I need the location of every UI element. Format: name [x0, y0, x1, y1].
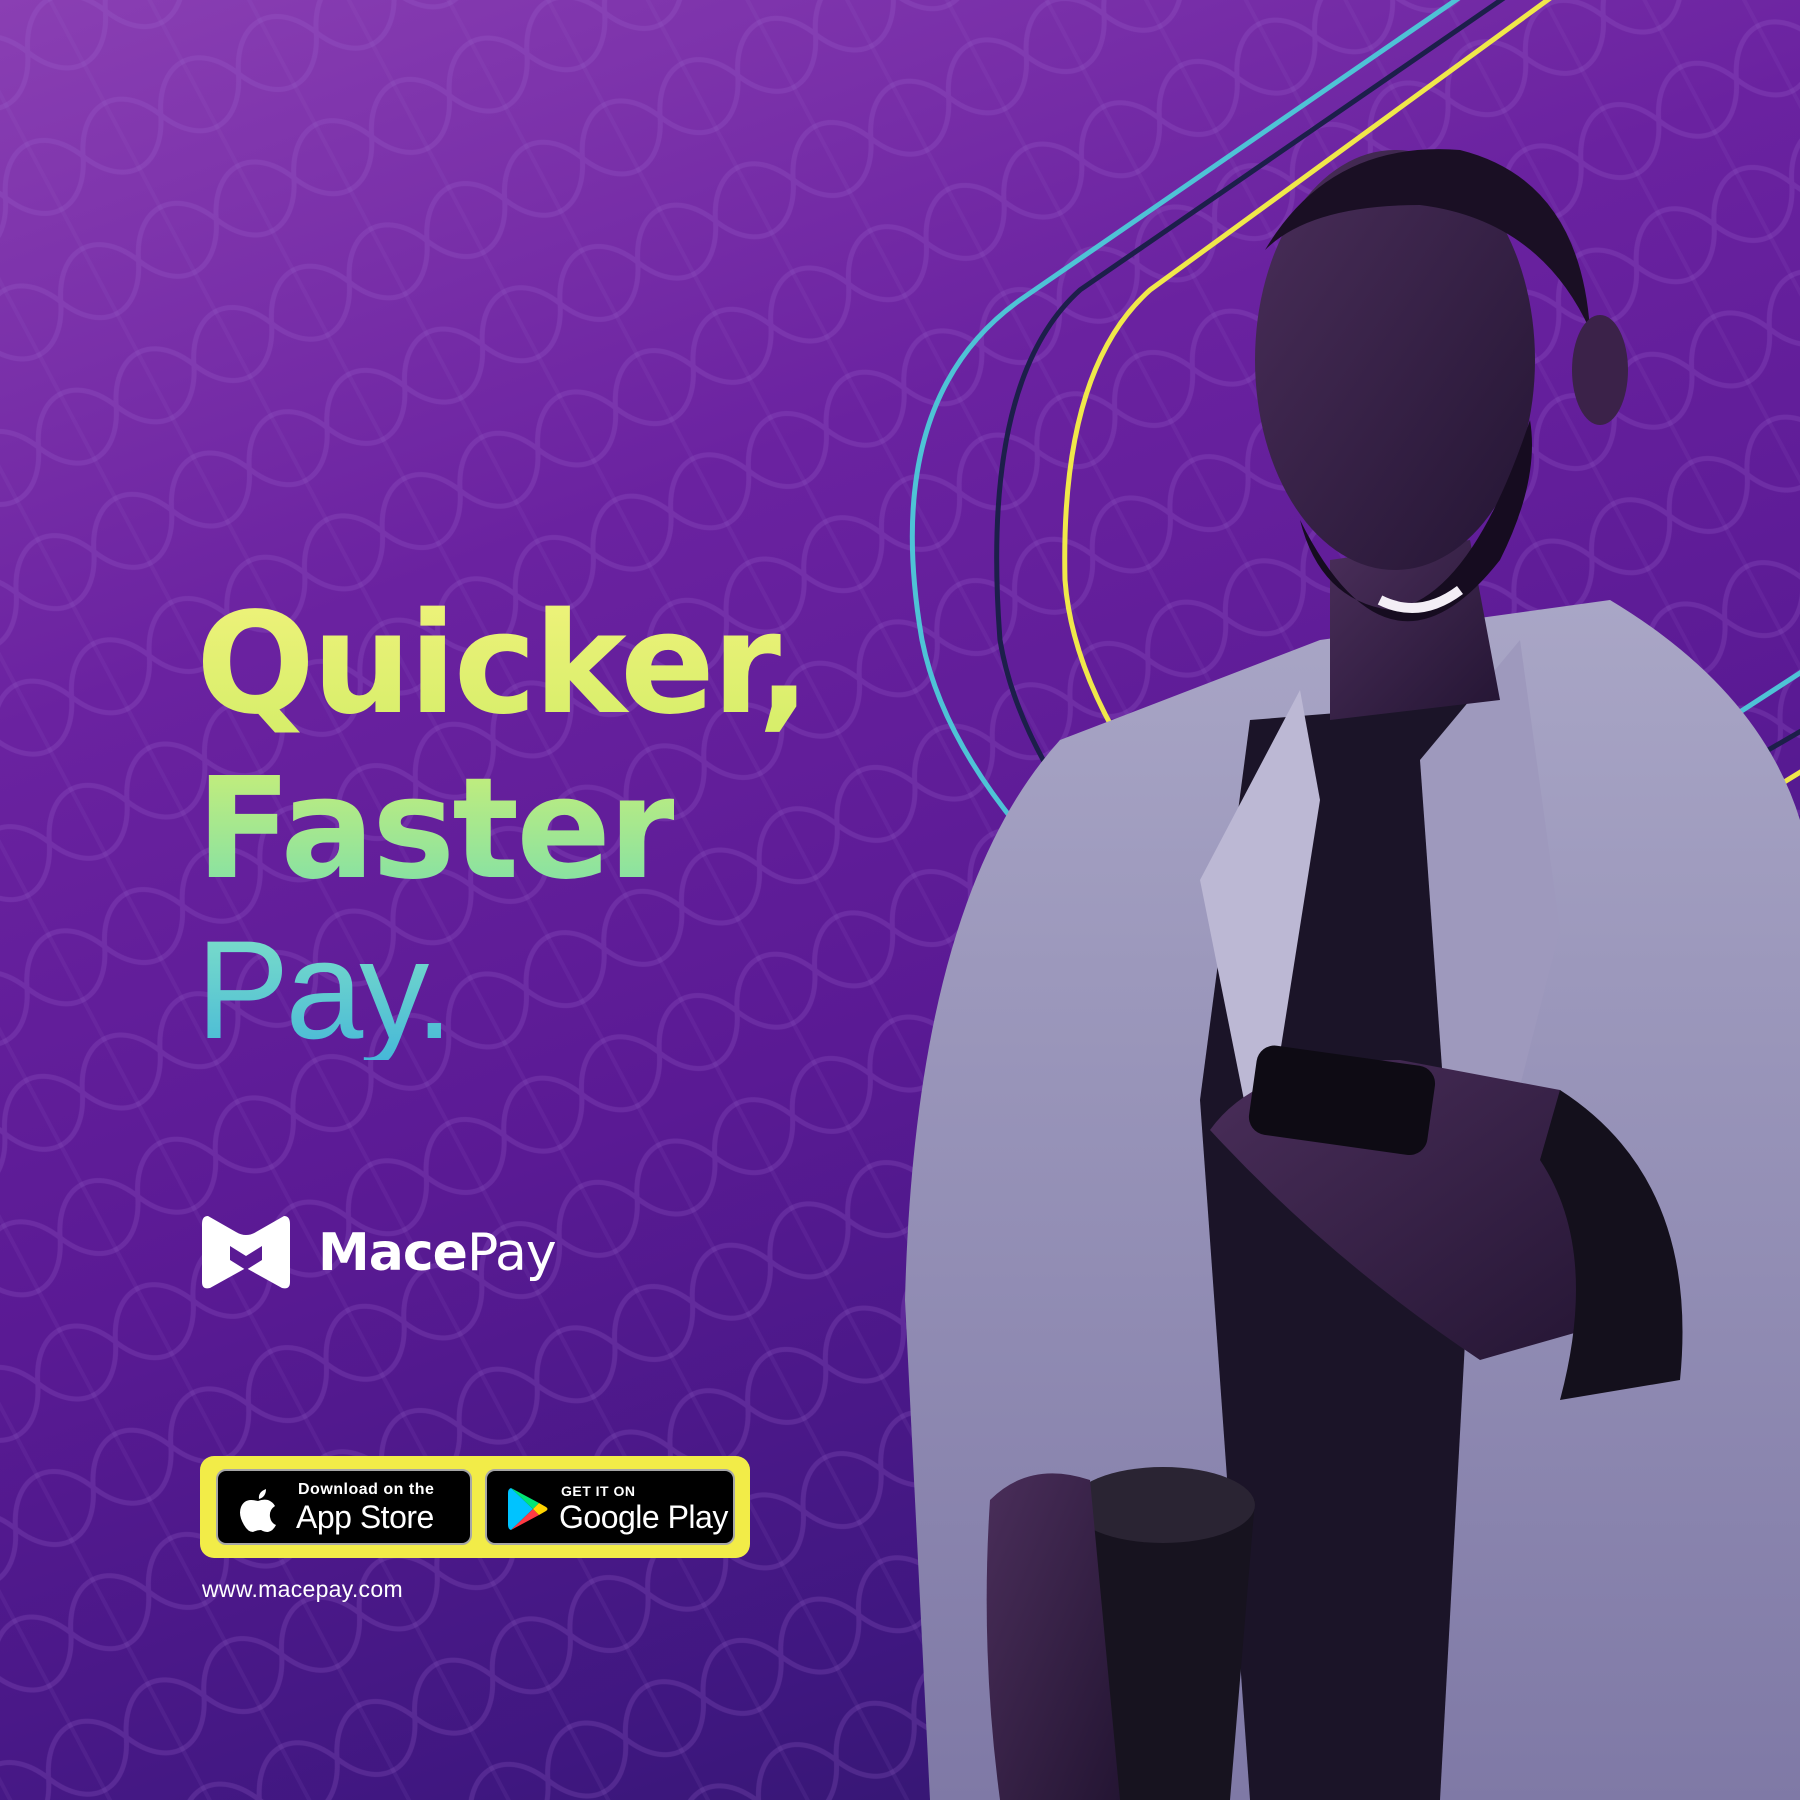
- google-play-button[interactable]: GET IT ON Google Play: [485, 1469, 735, 1545]
- brand-name-bold: Mace: [318, 1222, 468, 1283]
- google-play-icon: [508, 1488, 548, 1530]
- google-play-small-text: GET IT ON: [561, 1483, 636, 1499]
- app-store-small-text: Download on the: [298, 1481, 435, 1498]
- brand-name: MacePay: [318, 1222, 557, 1283]
- website-link[interactable]: www.macepay.com: [202, 1576, 403, 1603]
- app-store-button[interactable]: Download on the App Store: [216, 1469, 472, 1545]
- app-store-big-text: App Store: [296, 1499, 434, 1535]
- macepay-logo-icon: [202, 1215, 290, 1288]
- headline-line-3: Pay.: [196, 911, 454, 1068]
- brand-name-light: Pay: [466, 1222, 557, 1283]
- ad-canvas: Quicker, Faster Pay. MacePay Download on…: [0, 0, 1800, 1800]
- google-play-big-text: Google Play: [559, 1499, 728, 1535]
- headline-line-1: Quicker,: [196, 583, 811, 746]
- store-badges-panel: Download on the App Store GET IT ON Goog…: [200, 1456, 750, 1558]
- brand-lockup: MacePay: [200, 1210, 557, 1295]
- apple-icon: [240, 1489, 276, 1532]
- headline-line-2: Faster: [196, 748, 677, 911]
